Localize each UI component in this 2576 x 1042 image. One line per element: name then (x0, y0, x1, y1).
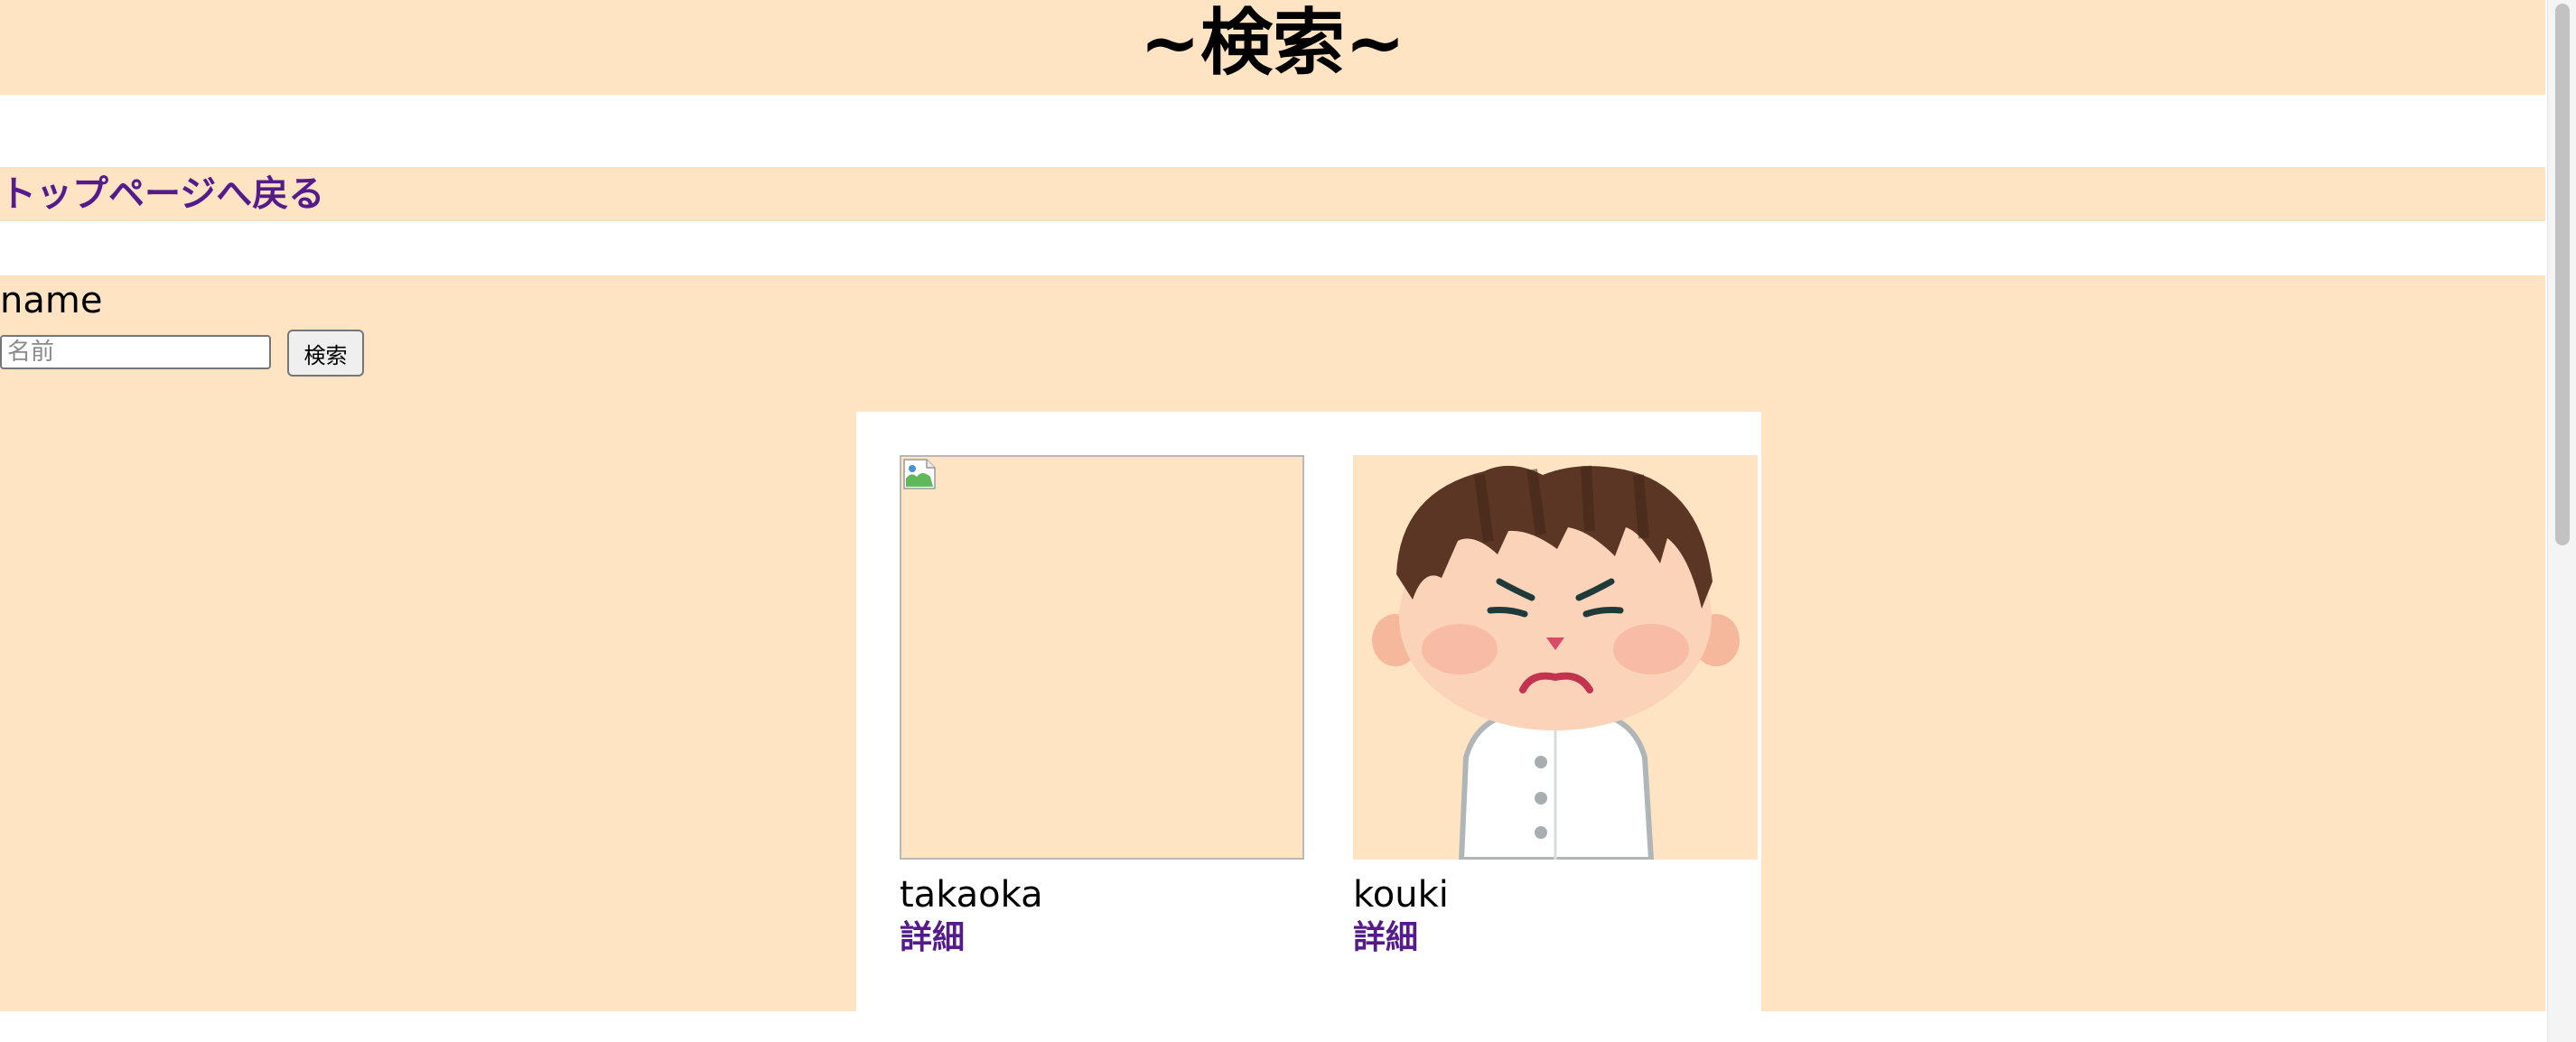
search-page: ~検索~ トップページへ戻る name 検索 takaoka 詳細 (0, 0, 2547, 1042)
vertical-scrollbar[interactable] (2547, 0, 2576, 1042)
frowning-boy-illustration (1353, 455, 1758, 862)
user-name: kouki (1353, 874, 1449, 916)
back-link-bar (0, 167, 2545, 221)
detail-link[interactable]: 詳細 (1353, 917, 1759, 959)
header-bar: ~検索~ (0, 0, 2545, 95)
user-image (1353, 455, 1758, 862)
page-title: ~検索~ (1139, 1, 1406, 85)
detail-link[interactable]: 詳細 (900, 917, 1306, 959)
results-panel: takaoka 詳細 kouki 詳細 (856, 412, 1761, 1011)
scrollbar-thumb[interactable] (2555, 4, 2570, 545)
result-card: takaoka 詳細 (900, 455, 1306, 959)
name-search-input[interactable] (0, 335, 271, 369)
user-image-broken (900, 455, 1304, 860)
user-name: takaoka (900, 874, 1043, 916)
result-card: kouki 詳細 (1353, 455, 1759, 959)
back-to-top-link[interactable]: トップページへ戻る (0, 172, 324, 217)
broken-image-icon (903, 459, 936, 489)
name-field-label: name (0, 280, 103, 321)
search-button[interactable]: 検索 (287, 330, 364, 377)
